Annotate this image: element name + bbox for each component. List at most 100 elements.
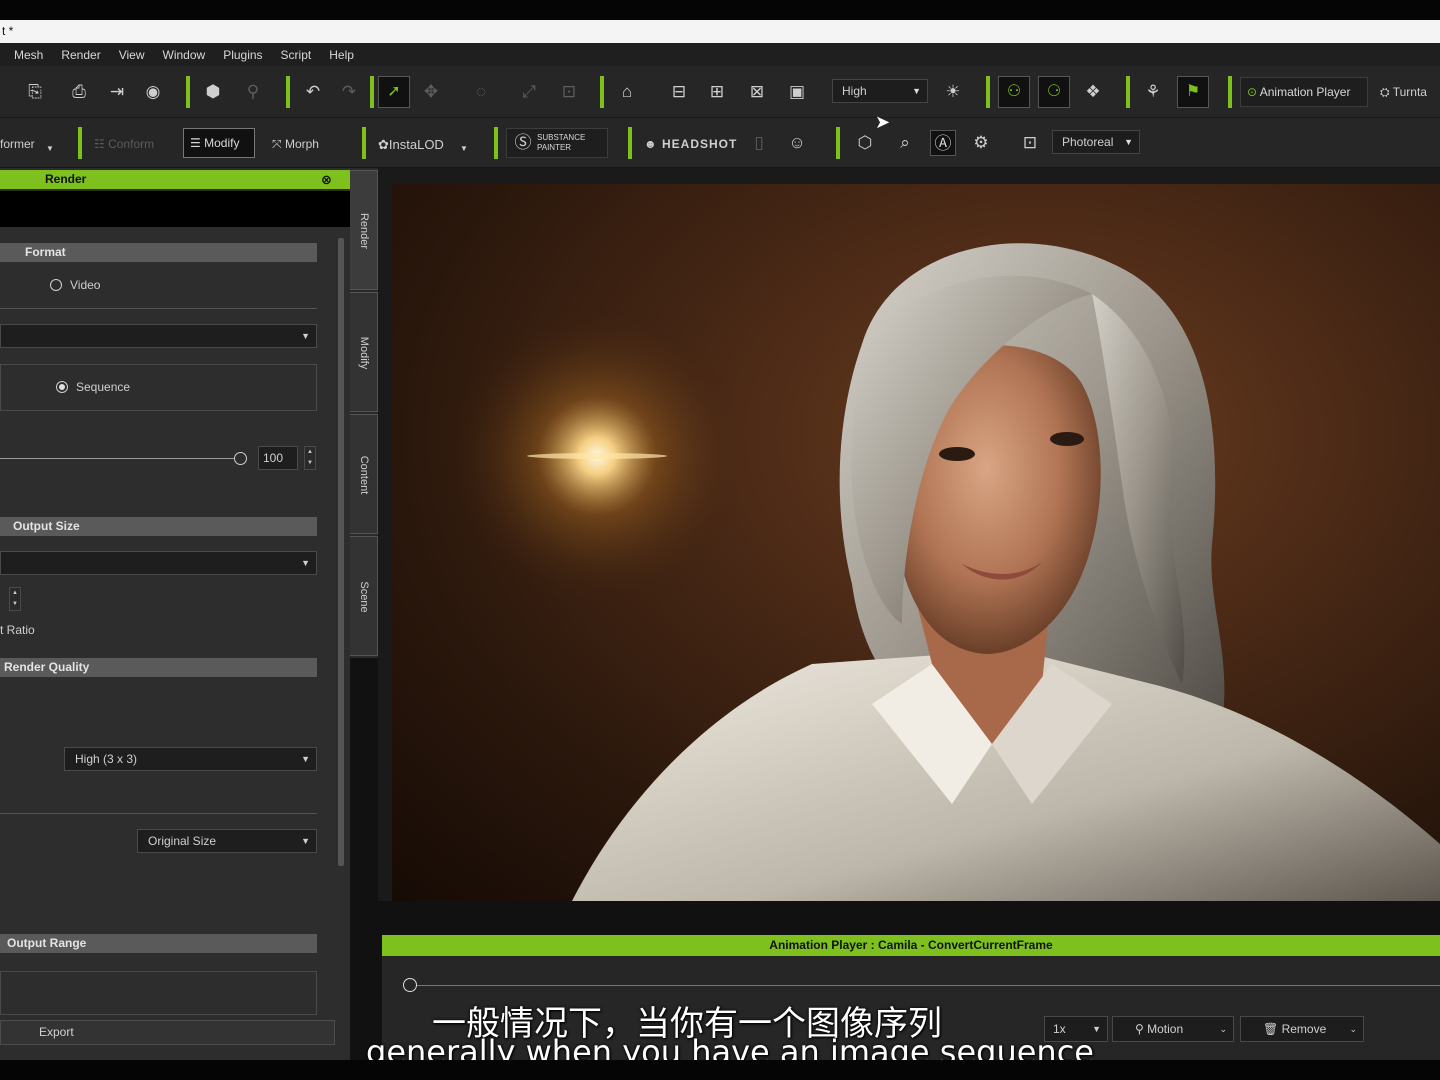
fit-vertical-icon[interactable]: ⊟ xyxy=(666,79,692,105)
animation-player-button[interactable]: ⊙ Animation Player xyxy=(1240,77,1368,107)
trash-icon: 🗑 xyxy=(1263,1022,1279,1036)
light-icon[interactable]: ☀ xyxy=(940,79,966,105)
object-icon[interactable]: ⬢ xyxy=(200,79,226,105)
timeline-handle[interactable] xyxy=(403,978,417,992)
quality-stepper[interactable]: ▲ ▼ xyxy=(304,446,316,470)
separator xyxy=(186,76,190,108)
divider xyxy=(0,308,317,309)
frame-all-icon[interactable]: ⊞ xyxy=(704,79,730,105)
head-icon[interactable]: ☺ xyxy=(784,130,810,156)
aspect-ratio-label: t Ratio xyxy=(0,623,35,637)
quality-slider-handle[interactable] xyxy=(234,452,247,465)
quality-value-input[interactable]: 100 xyxy=(258,446,298,470)
undo-icon[interactable]: ↶ xyxy=(300,79,326,105)
video-label: Video xyxy=(70,278,101,292)
video-radio[interactable] xyxy=(50,279,62,291)
separator xyxy=(1228,76,1232,108)
format-dropdown[interactable]: ▼ xyxy=(0,324,317,348)
morph-button[interactable]: ⤧ Morph xyxy=(272,137,319,152)
sequence-radio[interactable] xyxy=(56,381,68,393)
tab-modify[interactable]: Modify xyxy=(350,292,378,412)
motion-icon: ⚲ xyxy=(1135,1022,1144,1036)
panel-preview-bar xyxy=(0,191,350,227)
menu-help[interactable]: Help xyxy=(329,48,354,62)
separator xyxy=(286,76,290,108)
mouse-cursor-icon: ➤ xyxy=(875,112,891,132)
scale-icon: ⤢ xyxy=(522,82,536,101)
close-icon[interactable]: ⊗ xyxy=(321,170,335,189)
tab-scene[interactable]: Scene xyxy=(350,536,378,656)
sequence-box xyxy=(0,364,317,411)
headshot-icon: ☻ xyxy=(644,137,658,151)
render-mode-select[interactable]: Photoreal ▼ xyxy=(1052,130,1140,154)
auto-icon[interactable]: Ⓐ xyxy=(930,130,956,156)
export-button[interactable]: Export xyxy=(0,1020,335,1045)
timeline-track[interactable] xyxy=(410,985,1440,986)
camera-view-icon[interactable]: ▣ xyxy=(784,79,810,105)
menu-plugins[interactable]: Plugins xyxy=(223,48,262,62)
redo-icon: ↷ xyxy=(341,82,357,101)
separator xyxy=(78,127,82,159)
export-fbx-icon[interactable]: ⎘ xyxy=(22,79,48,105)
separator xyxy=(362,127,366,159)
tab-render[interactable]: Render xyxy=(350,170,378,290)
conform-icon: ☷ xyxy=(94,137,105,151)
size-stepper[interactable]: ▲ ▼ xyxy=(9,587,21,611)
render-panel: Render ⊗ Format Video ▼ Sequence 100 ▲ ▼ … xyxy=(0,168,350,1060)
pose-icon: ⚲ xyxy=(246,82,260,101)
flag-icon[interactable]: ⚑ xyxy=(1177,76,1209,108)
divider xyxy=(0,813,317,814)
panel-scrollbar[interactable] xyxy=(338,238,344,866)
separator xyxy=(836,127,840,159)
material-icon[interactable]: ⬡ xyxy=(852,130,878,156)
animation-player-title: Animation Player : Camila - ConvertCurre… xyxy=(382,935,1440,956)
exit-icon[interactable]: ⇥ xyxy=(104,79,130,105)
menu-mesh[interactable]: Mesh xyxy=(14,48,43,62)
transformer-button[interactable]: former xyxy=(0,137,35,151)
sequence-label: Sequence xyxy=(76,380,131,394)
secondary-toolbar: former ▼ ☷ Conform ☰ Modify ⤧ Morph ✿Ins… xyxy=(0,118,1440,168)
director-icon[interactable]: ⚘ xyxy=(1140,79,1166,105)
select-tool-icon[interactable]: ➚ xyxy=(378,76,410,108)
menu-window[interactable]: Window xyxy=(163,48,206,62)
export-usd-icon[interactable]: ⎙ xyxy=(66,79,92,105)
modify-button[interactable]: ☰ Modify xyxy=(183,128,255,158)
top-black-bar xyxy=(0,0,1440,20)
headshot-button[interactable]: ☻ HEADSHOT xyxy=(644,137,737,151)
cubes-icon[interactable]: ❖ xyxy=(1080,79,1106,105)
rotate-icon: ◌ xyxy=(475,82,487,101)
menu-script[interactable]: Script xyxy=(281,48,312,62)
format-section[interactable]: Format xyxy=(0,243,317,262)
menu-view[interactable]: View xyxy=(119,48,145,62)
frame-icon[interactable]: ⊡ xyxy=(1017,130,1043,156)
menu-render[interactable]: Render xyxy=(61,48,100,62)
side-tabs: Render Modify Content Scene xyxy=(350,168,378,658)
preview-icon[interactable]: ◉ xyxy=(140,79,166,105)
play-circle-icon: ⊙ xyxy=(1247,85,1258,99)
size-dropdown[interactable]: Original Size ▼ xyxy=(137,829,317,853)
render-quality-section[interactable]: Render Quality xyxy=(0,658,317,677)
substance-icon: Ⓢ xyxy=(514,133,532,152)
tab-content[interactable]: Content xyxy=(350,414,378,534)
quality-slider[interactable] xyxy=(0,458,236,459)
separator xyxy=(370,76,374,108)
output-range-section[interactable]: Output Range xyxy=(0,934,317,953)
chevron-down-icon: ▼ xyxy=(460,144,468,153)
output-size-section[interactable]: Output Size xyxy=(0,517,317,536)
main-toolbar: ⎘ ⎙ ⇥ ◉ ⬢ ⚲ ↶ ↷ ➚ ✥ ◌ ⤢ ⊡ ⌂ ⊟ ⊞ ⊠ ▣ High… xyxy=(0,66,1440,118)
bone-icon[interactable]: ⚇ xyxy=(998,76,1030,108)
settings-icon[interactable]: ⚙ xyxy=(968,130,994,156)
render-panel-title: Render xyxy=(45,172,87,186)
remove-button[interactable]: 🗑 Remove ⌄ xyxy=(1240,1016,1364,1042)
output-size-dropdown[interactable]: ▼ xyxy=(0,551,317,575)
search-icon[interactable]: ⌕ xyxy=(892,130,918,156)
quality-select[interactable]: High ▼ xyxy=(832,79,928,103)
ik-icon[interactable]: ⚆ xyxy=(1038,76,1070,108)
home-icon[interactable]: ⌂ xyxy=(614,79,640,105)
motion-button[interactable]: ⚲ Motion ⌄ xyxy=(1112,1016,1234,1042)
turntable-button[interactable]: ⛭ Turnta xyxy=(1380,85,1427,100)
frame-selected-icon[interactable]: ⊠ xyxy=(744,79,770,105)
antialias-dropdown[interactable]: High (3 x 3) ▼ xyxy=(64,747,317,771)
3d-viewport[interactable] xyxy=(392,184,1440,901)
instalod-button[interactable]: ✿InstaLOD xyxy=(378,137,444,153)
